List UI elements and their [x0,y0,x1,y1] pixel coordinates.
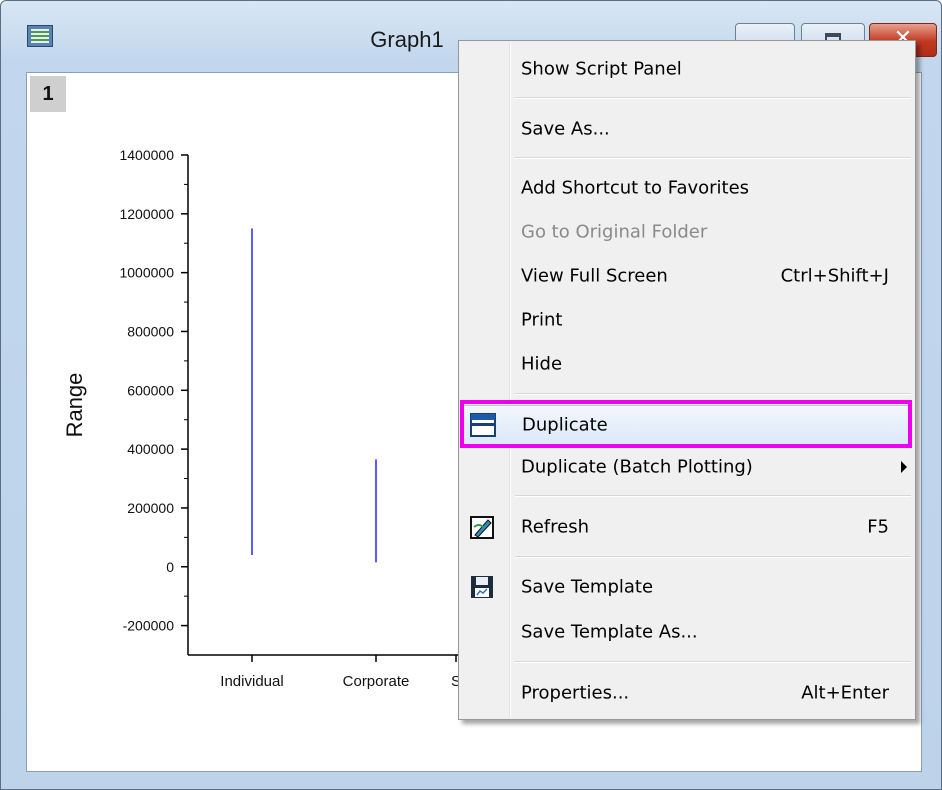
y-tick-label: 600000 [127,382,174,398]
menu-item-add-shortcut[interactable]: Add Shortcut to Favorites [459,170,915,206]
menu-separator [515,661,911,663]
menu-item-shortcut: Ctrl+Shift+J [780,265,889,287]
menu-item-label: Show Script Panel [521,58,682,80]
menu-item-save-template[interactable]: Save Template [459,569,915,605]
menu-item-save-template-as[interactable]: Save Template As... [459,614,915,650]
y-tick-label: 800000 [127,323,174,339]
menu-separator [515,157,911,159]
menu-item-save-as[interactable]: Save As... [459,111,915,147]
y-tick-label: -200000 [123,618,175,634]
y-tick-label: 0 [166,559,174,575]
menu-separator [515,495,911,497]
menu-item-label: Refresh [521,516,589,538]
menu-item-properties[interactable]: Properties... Alt+Enter [459,675,915,711]
menu-item-label: Add Shortcut to Favorites [521,177,750,199]
menu-item-label: Go to Original Folder [521,221,708,243]
menu-item-go-to-original-folder: Go to Original Folder [459,214,915,250]
menu-item-label: View Full Screen [521,265,668,287]
menu-item-shortcut: Alt+Enter [801,682,889,704]
menu-item-label: Properties... [521,682,630,704]
menu-item-label: Save As... [521,118,610,140]
x-tick-label: Corporate [343,673,410,690]
menu-item-show-script-panel[interactable]: Show Script Panel [459,51,915,87]
y-tick-label: 200000 [127,500,174,516]
menu-item-print[interactable]: Print [459,302,915,338]
duplicate-highlight-annotation [460,400,912,448]
menu-item-refresh[interactable]: Refresh F5 [459,509,915,545]
menu-item-label: Print [521,309,563,331]
x-tick-label: Individual [220,673,283,690]
y-axis-label: Range [62,373,87,438]
y-tick-label: 1200000 [119,206,174,222]
menu-item-label: Save Template As... [521,621,698,643]
y-axis: -200000 0 200000 400000 600000 800000 1000000 1… [119,147,189,655]
y-tick-label: 1000000 [119,265,174,281]
menu-separator [515,393,911,395]
submenu-arrow-icon [901,461,907,473]
menu-item-label: Duplicate (Batch Plotting) [521,456,753,478]
menu-item-label: Save Template [521,576,654,598]
menu-item-view-full-screen[interactable]: View Full Screen Ctrl+Shift+J [459,258,915,294]
menu-item-duplicate-batch-plotting[interactable]: Duplicate (Batch Plotting) [459,449,915,485]
range-lines [251,228,377,563]
refresh-icon [470,516,494,539]
menu-item-label: Hide [521,353,563,375]
y-tick-label: 1400000 [119,147,174,163]
x-axis: Individual Corporate S [188,654,470,690]
menu-separator [515,97,911,99]
context-menu: Show Script Panel Save As... Add Shortcu… [458,40,916,720]
menu-item-hide[interactable]: Hide [459,346,915,382]
y-tick-label: 400000 [127,441,174,457]
menu-separator [515,556,911,558]
menu-item-shortcut: F5 [867,516,889,538]
save-template-icon [471,576,493,598]
